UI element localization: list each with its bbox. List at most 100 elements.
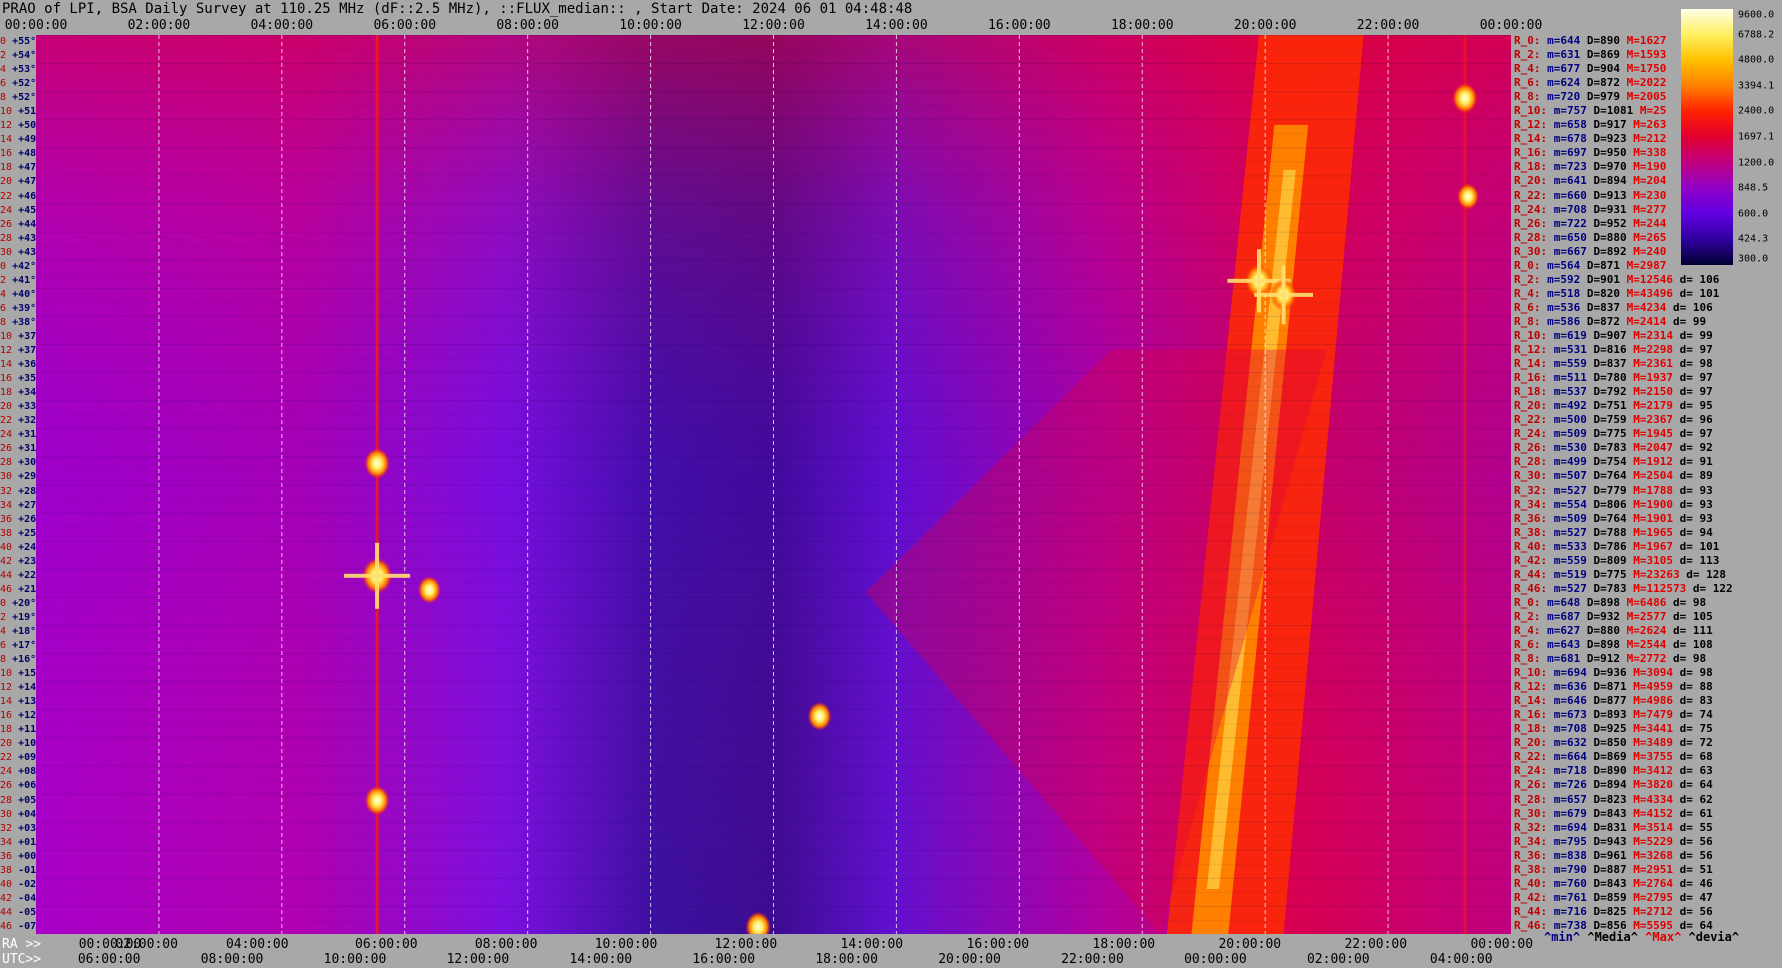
- stat-median: D=890: [1593, 764, 1627, 778]
- stat-max: M=2764: [1633, 876, 1673, 890]
- stat-row: R_22: m=500 D=759 M=2367 d= 96: [1514, 414, 1713, 426]
- declination-index: 20: [0, 176, 13, 188]
- declination-index: 26: [0, 780, 13, 792]
- stat-max: M=6486: [1626, 595, 1667, 609]
- declination-index: 10: [0, 106, 13, 118]
- stat-median: D=843: [1593, 876, 1627, 890]
- stat-row: R_32: m=527 D=779 M=1788 d= 93: [1514, 483, 1713, 497]
- stat-devia: d= 122: [1692, 581, 1733, 595]
- utc-tick-label: 06:00:00: [77, 952, 141, 967]
- top-tick-label: 00:00:00: [4, 18, 68, 33]
- stat-min: m=586: [1547, 314, 1581, 328]
- stat-receiver: R_18:: [1514, 385, 1548, 399]
- stat-max: M=3105: [1633, 553, 1673, 567]
- stat-median: D=979: [1586, 90, 1620, 104]
- stat-devia: d= 98: [1679, 666, 1713, 680]
- stat-receiver: R_16:: [1514, 146, 1548, 160]
- stat-receiver: R_22:: [1514, 750, 1548, 764]
- declination-index: 34: [0, 836, 13, 848]
- stat-max: M=1750: [1626, 62, 1667, 76]
- stat-median: D=898: [1586, 638, 1620, 652]
- stat-min: m=492: [1553, 399, 1587, 413]
- stat-devia: d= 61: [1679, 806, 1713, 820]
- stat-row: R_14: m=646 D=877 M=4986 d= 83: [1514, 695, 1713, 707]
- stat-row: R_34: m=795 D=943 M=5229 d= 56: [1514, 835, 1713, 848]
- stat-receiver: R_18:: [1514, 722, 1548, 736]
- stat-devia: d= 74: [1679, 708, 1713, 722]
- stat-max: M=3094: [1633, 666, 1673, 680]
- stat-max: M=2022: [1626, 76, 1667, 90]
- stat-max: M=1945: [1633, 427, 1673, 441]
- stat-max: M=2624: [1626, 623, 1667, 637]
- stat-median: D=912: [1586, 652, 1620, 666]
- utc-tick-label: 00:00:00: [1184, 952, 1247, 967]
- declination-index: 4: [0, 64, 7, 76]
- stat-receiver: R_26:: [1514, 441, 1548, 455]
- stat-min: m=761: [1553, 890, 1587, 904]
- stat-min: m=559: [1553, 357, 1587, 371]
- stat-max: M=3441: [1633, 722, 1673, 736]
- stat-receiver: R_36:: [1514, 511, 1548, 525]
- utc-tick-label: 16:00:00: [692, 952, 756, 967]
- stat-min: m=527: [1553, 525, 1587, 539]
- stat-row: R_10: m=694 D=936 M=3094 d= 98: [1514, 667, 1713, 679]
- stat-median: D=913: [1593, 188, 1627, 202]
- stat-max: M=4152: [1633, 806, 1673, 820]
- stat-devia: d= 72: [1679, 736, 1713, 750]
- stat-row: R_24: m=708 D=931 M=277: [1514, 202, 1666, 216]
- declination-index: 14: [0, 696, 13, 708]
- stat-median: D=779: [1593, 483, 1627, 497]
- stat-row: R_32: m=694 D=831 M=3514 d= 55: [1514, 820, 1713, 834]
- stat-row: R_0: m=564 D=871 M=2987: [1514, 259, 1666, 272]
- stat-min: m=664: [1553, 750, 1587, 764]
- stat-row: R_28: m=650 D=880 M=265: [1514, 230, 1666, 244]
- stat-min: m=527: [1553, 483, 1587, 497]
- stat-receiver: R_14:: [1514, 694, 1548, 708]
- stat-devia: d= 111: [1673, 623, 1713, 637]
- stat-min: m=537: [1553, 385, 1587, 399]
- stat-row: R_6: m=536 D=837 M=4234 d= 106: [1514, 301, 1713, 314]
- stat-receiver: R_4:: [1514, 623, 1541, 637]
- stat-receiver: R_46:: [1514, 918, 1548, 932]
- declination-index: 28: [0, 232, 13, 244]
- stat-row: R_26: m=726 D=894 M=3820 d= 64: [1514, 779, 1713, 791]
- utc-tick-label: 12:00:00: [446, 952, 510, 967]
- stat-max: M=2772: [1626, 652, 1667, 666]
- stat-min: m=667: [1553, 244, 1587, 258]
- declination-index: 24: [0, 204, 13, 216]
- declination-index: 44: [0, 906, 13, 918]
- stat-row: R_24: m=718 D=890 M=3412 d= 63: [1514, 765, 1713, 777]
- stat-min: m=657: [1553, 792, 1587, 806]
- heatmap-plot: [36, 35, 1511, 934]
- stat-median: D=961: [1593, 848, 1627, 862]
- declination-index: 18: [0, 724, 13, 736]
- stat-devia: d= 75: [1679, 722, 1713, 736]
- stat-median: D=775: [1593, 427, 1627, 441]
- stat-median: D=880: [1593, 230, 1627, 244]
- stat-median: D=904: [1586, 62, 1620, 76]
- stat-receiver: R_6:: [1514, 76, 1541, 90]
- stat-min: m=687: [1547, 609, 1581, 623]
- stat-devia: d= 51: [1679, 862, 1713, 876]
- top-tick-label: 10:00:00: [619, 18, 682, 33]
- stat-row: R_20: m=641 D=894 M=204: [1514, 175, 1666, 187]
- stat-min: m=708: [1553, 722, 1587, 736]
- stat-receiver: R_40:: [1514, 876, 1548, 890]
- stat-max: M=190: [1633, 160, 1667, 174]
- stat-receiver: R_14:: [1514, 357, 1548, 371]
- stat-min: m=499: [1553, 455, 1587, 469]
- stat-receiver: R_32:: [1514, 820, 1548, 834]
- ra-tick-label: 06:00:00: [355, 937, 418, 952]
- stat-min: m=559: [1553, 553, 1587, 567]
- ra-tick-label: 12:00:00: [714, 937, 778, 952]
- stat-median: D=925: [1593, 722, 1627, 736]
- declination-index: 20: [0, 738, 13, 750]
- stat-receiver: R_24:: [1514, 202, 1548, 216]
- stat-devia: d= 55: [1679, 820, 1713, 834]
- stat-max: M=1627: [1626, 34, 1667, 47]
- stat-devia: d= 93: [1679, 497, 1713, 511]
- declination-index: 16: [0, 710, 13, 722]
- stat-row: R_8: m=586 D=872 M=2414 d= 99: [1514, 314, 1706, 328]
- declination-index: 0: [0, 260, 7, 272]
- stat-max: M=2712: [1633, 904, 1673, 918]
